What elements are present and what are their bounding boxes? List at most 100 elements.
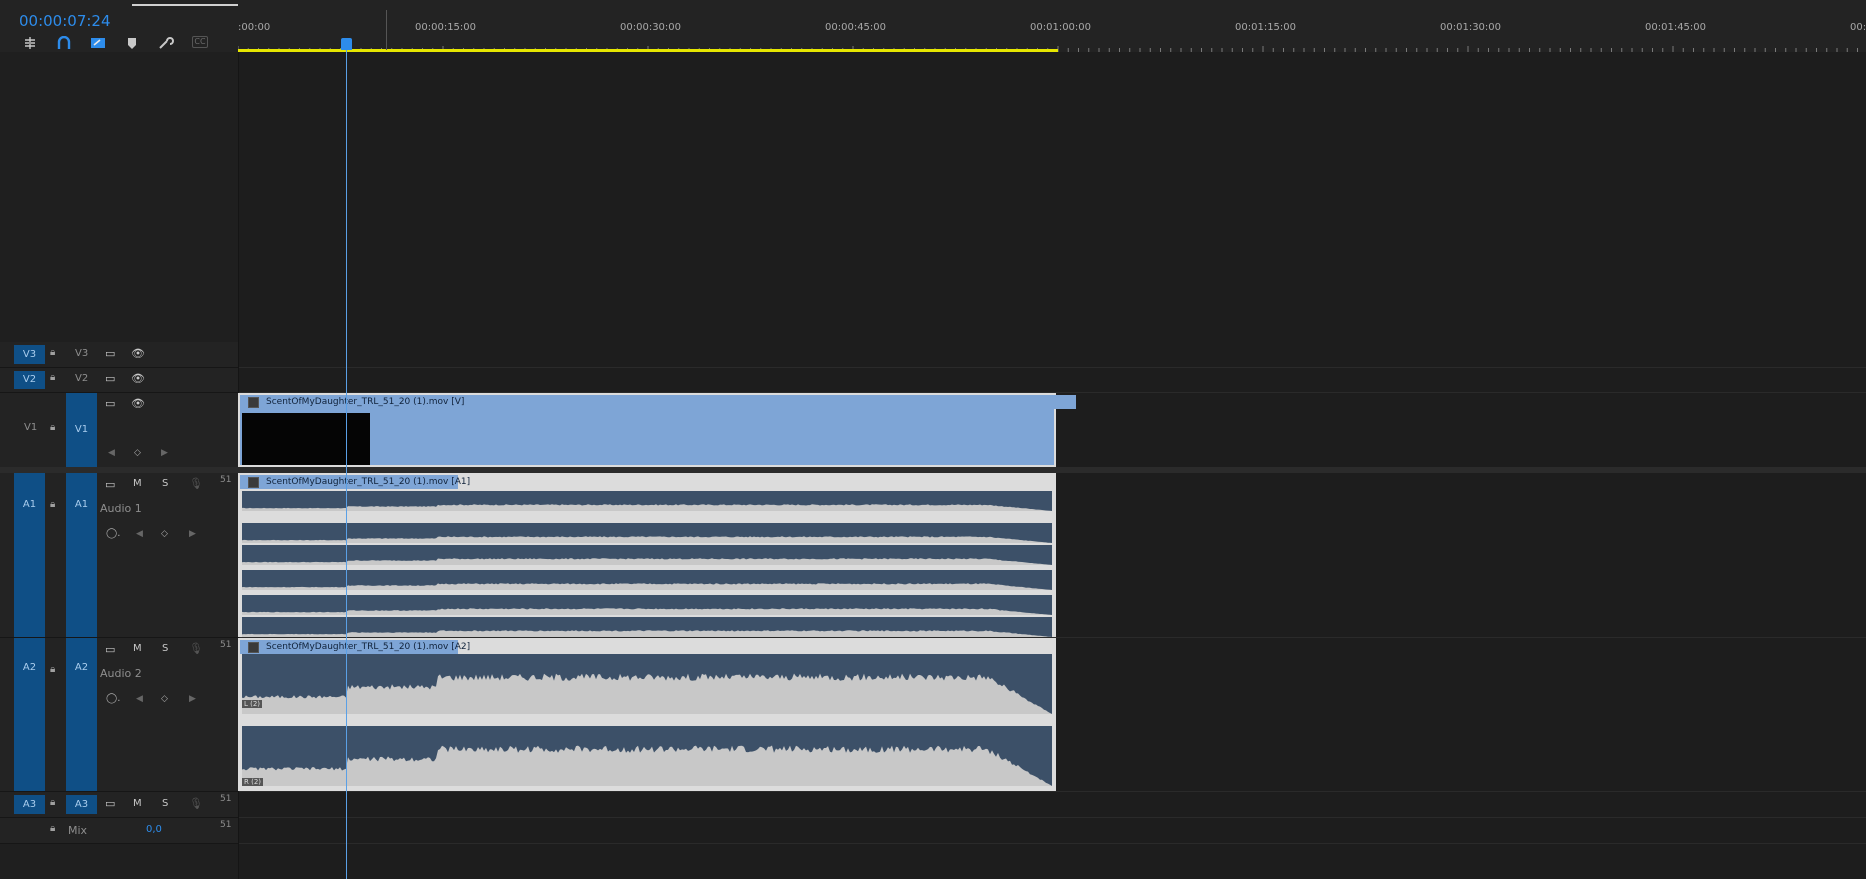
source-patch-v3[interactable]: V3 bbox=[14, 345, 45, 364]
snap-magnet-icon[interactable] bbox=[56, 36, 72, 50]
lock-icon[interactable]: 🔒︎ bbox=[50, 347, 55, 358]
lock-icon[interactable]: 🔒︎ bbox=[50, 499, 55, 510]
waveform-channel bbox=[242, 545, 1052, 565]
keyframe-mode-icon[interactable]: ◯. bbox=[106, 693, 120, 704]
ruler-label: 00:00:45:00 bbox=[825, 22, 887, 33]
mute-button[interactable]: M bbox=[133, 643, 142, 654]
track-name[interactable]: Audio 1 bbox=[100, 502, 142, 515]
ruler-label: 00:01:45:00 bbox=[1645, 22, 1707, 33]
waveform-channel bbox=[242, 654, 1052, 714]
sync-lock-icon[interactable]: ▭ bbox=[105, 372, 115, 385]
solo-button[interactable]: S bbox=[162, 798, 168, 809]
insert-overwrite-icon[interactable] bbox=[22, 36, 38, 50]
voiceover-mic-icon[interactable]: 🎙︎ bbox=[189, 797, 203, 810]
source-patch-a2[interactable]: A2 bbox=[14, 638, 45, 791]
add-marker-icon[interactable] bbox=[124, 36, 140, 50]
track-target-v1[interactable]: V1 bbox=[66, 393, 97, 467]
waveform-path bbox=[242, 608, 1052, 615]
source-patch-v1[interactable]: V1 bbox=[24, 422, 37, 433]
track-lane-a3[interactable] bbox=[239, 792, 1866, 818]
waveform-path bbox=[242, 745, 1052, 786]
keyframe-mode-icon[interactable]: ◯. bbox=[106, 528, 120, 539]
track-lane-v3[interactable] bbox=[239, 342, 1866, 368]
waveform-channel bbox=[242, 726, 1052, 786]
source-patch-a1[interactable]: A1 bbox=[14, 473, 45, 637]
add-keyframe-icon[interactable]: ◇ bbox=[134, 448, 141, 458]
next-keyframe-icon[interactable]: ▶ bbox=[189, 694, 196, 704]
playhead-timecode[interactable]: 00:00:07:24 bbox=[19, 12, 111, 30]
header-filler bbox=[0, 844, 238, 879]
empty-video-area bbox=[239, 52, 1866, 342]
add-keyframe-icon[interactable]: ◇ bbox=[161, 529, 168, 539]
sync-lock-icon[interactable]: ▭ bbox=[105, 478, 115, 491]
video-clip[interactable]: ScentOfMyDaughter_TRL_51_20 (1).mov [V] bbox=[238, 393, 1076, 467]
waveform-path bbox=[242, 504, 1052, 511]
audio-clip-a1[interactable]: ScentOfMyDaughter_TRL_51_20 (1).mov [A1] bbox=[238, 473, 1056, 637]
waveform-path bbox=[242, 583, 1052, 590]
ruler-label: 00:01:30:00 bbox=[1440, 22, 1502, 33]
audio-clip-a2[interactable]: ScentOfMyDaughter_TRL_51_20 (1).mov [A2]… bbox=[238, 638, 1056, 791]
sync-lock-icon[interactable]: ▭ bbox=[105, 347, 115, 360]
prev-keyframe-icon[interactable]: ◀ bbox=[108, 448, 115, 458]
channel-count: 51 bbox=[220, 640, 232, 650]
playhead-handle[interactable] bbox=[341, 38, 352, 50]
channel-count: 51 bbox=[220, 794, 232, 804]
eye-icon[interactable]: 👁︎ bbox=[131, 347, 145, 360]
prev-keyframe-icon[interactable]: ◀ bbox=[136, 529, 143, 539]
track-header-a1: A1 A1 🔒︎ ▭ M S 🎙︎ 51 Audio 1 ◯. ◀ ◇ ▶ bbox=[0, 473, 238, 638]
track-lane-v2[interactable] bbox=[239, 368, 1866, 393]
track-target-a3[interactable]: A3 bbox=[66, 795, 97, 814]
waveform-channel bbox=[242, 617, 1052, 637]
sync-lock-icon[interactable]: ▭ bbox=[105, 797, 115, 810]
ruler-labels: :00:00 00:00:15:00 00:00:30:00 00:00:45:… bbox=[238, 0, 1866, 52]
lock-icon[interactable]: 🔒︎ bbox=[50, 664, 55, 675]
add-keyframe-icon[interactable]: ◇ bbox=[161, 694, 168, 704]
track-lane-mix[interactable] bbox=[239, 818, 1866, 844]
track-header-mix: 🔒︎ Mix 0,0 51 bbox=[0, 818, 238, 844]
ruler-divider bbox=[386, 10, 387, 50]
track-target-a2[interactable]: A2 bbox=[66, 638, 97, 791]
lock-icon[interactable]: 🔒︎ bbox=[50, 823, 55, 834]
sync-lock-icon[interactable]: ▭ bbox=[105, 643, 115, 656]
source-patch-a3[interactable]: A3 bbox=[14, 795, 45, 814]
waveform-channel bbox=[242, 595, 1052, 615]
linked-selection-icon[interactable] bbox=[90, 36, 106, 50]
wrench-settings-icon[interactable] bbox=[158, 36, 174, 50]
sync-lock-icon[interactable]: ▭ bbox=[105, 397, 115, 410]
mute-button[interactable]: M bbox=[133, 798, 142, 809]
track-name[interactable]: Audio 2 bbox=[100, 667, 142, 680]
waveform-channel bbox=[242, 570, 1052, 590]
next-keyframe-icon[interactable]: ▶ bbox=[189, 529, 196, 539]
ruler-label: 00:01:00:00 bbox=[1030, 22, 1092, 33]
mute-button[interactable]: M bbox=[133, 478, 142, 489]
ruler-label: 00:00:30:00 bbox=[620, 22, 682, 33]
channel-tag-left: L (2) bbox=[242, 700, 263, 708]
a1-waveforms bbox=[240, 475, 1054, 637]
playhead-line[interactable] bbox=[346, 40, 347, 879]
solo-button[interactable]: S bbox=[162, 643, 168, 654]
channel-tag-right: R (2) bbox=[242, 778, 264, 786]
fx-badge-icon bbox=[248, 397, 259, 408]
voiceover-mic-icon[interactable]: 🎙︎ bbox=[189, 477, 203, 490]
ruler-label: 00:00:15:00 bbox=[415, 22, 477, 33]
track-target-v3[interactable]: V3 bbox=[75, 348, 88, 359]
track-target-v2[interactable]: V2 bbox=[75, 373, 88, 384]
solo-button[interactable]: S bbox=[162, 478, 168, 489]
ruler-label: :00:00 bbox=[238, 22, 271, 33]
next-keyframe-icon[interactable]: ▶ bbox=[161, 448, 168, 458]
source-patch-v2[interactable]: V2 bbox=[14, 371, 45, 389]
eye-icon[interactable]: 👁︎ bbox=[131, 372, 145, 385]
lock-icon[interactable]: 🔒︎ bbox=[50, 797, 55, 808]
lock-icon[interactable]: 🔒︎ bbox=[50, 372, 55, 383]
track-target-a1[interactable]: A1 bbox=[66, 473, 97, 637]
voiceover-mic-icon[interactable]: 🎙︎ bbox=[189, 642, 203, 655]
eye-icon[interactable]: 👁︎ bbox=[131, 397, 145, 410]
lock-icon[interactable]: 🔒︎ bbox=[50, 422, 55, 433]
waveform-channel bbox=[242, 523, 1052, 543]
captions-cc-icon[interactable]: CC bbox=[192, 36, 208, 48]
mix-volume-value[interactable]: 0,0 bbox=[146, 824, 162, 835]
prev-keyframe-icon[interactable]: ◀ bbox=[136, 694, 143, 704]
a2-waveforms bbox=[240, 640, 1054, 789]
channel-count: 51 bbox=[220, 475, 232, 485]
waveform-path bbox=[242, 630, 1052, 637]
